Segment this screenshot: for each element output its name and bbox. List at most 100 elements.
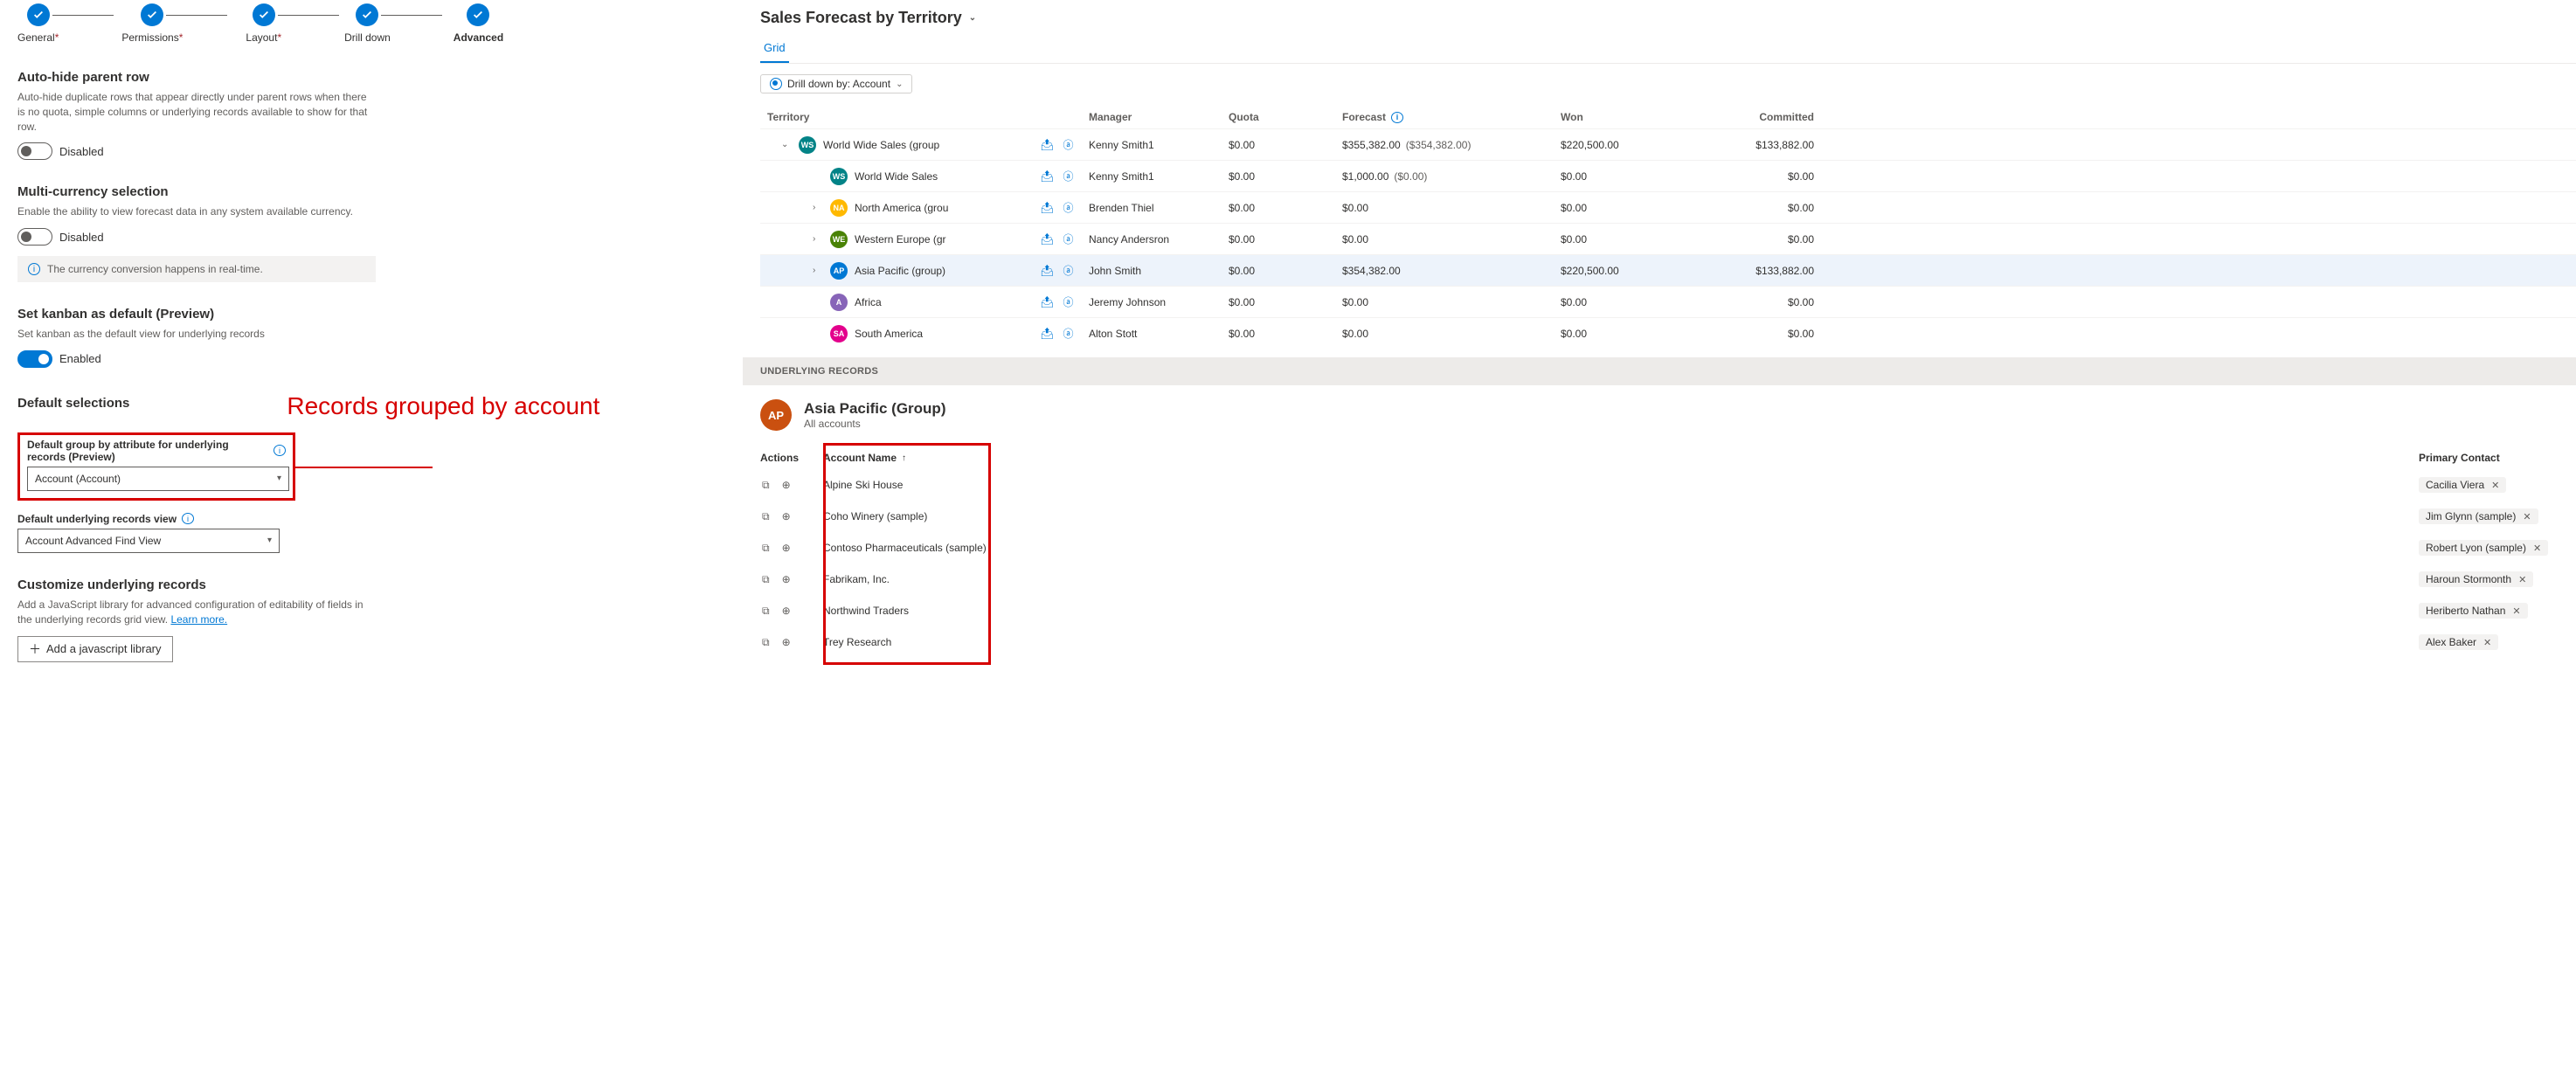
caret-icon[interactable]: ›: [813, 234, 821, 244]
step-advanced[interactable]: Advanced: [454, 3, 503, 44]
remove-icon[interactable]: ✕: [2533, 543, 2541, 554]
multi-currency-toggle[interactable]: [17, 228, 52, 246]
won-cell: $0.00: [1561, 170, 1700, 183]
record-row[interactable]: ⧉ ⊕ Trey Research Alex Baker✕: [760, 626, 2559, 658]
user-icon[interactable]: ⓐ: [1063, 137, 1074, 152]
step-drill-down[interactable]: Drill down: [344, 3, 391, 44]
info-icon: i: [28, 263, 40, 275]
add-icon[interactable]: ⊕: [782, 573, 791, 586]
record-row[interactable]: ⧉ ⊕ Alpine Ski House Cacilia Viera✕: [760, 469, 2559, 501]
grid-row[interactable]: › NA North America (grou 📤︎ ⓐ Brenden Th…: [760, 191, 2576, 223]
remove-icon[interactable]: ✕: [2483, 637, 2491, 648]
grid-row[interactable]: WS World Wide Sales 📤︎ ⓐ Kenny Smith1 $0…: [760, 160, 2576, 191]
record-row[interactable]: ⧉ ⊕ Contoso Pharmaceuticals (sample) Rob…: [760, 532, 2559, 564]
territory-avatar: AP: [760, 399, 792, 431]
check-icon: [467, 3, 489, 26]
step-label: Advanced: [454, 31, 503, 44]
col-won[interactable]: Won: [1561, 111, 1700, 123]
add-icon[interactable]: ⊕: [782, 605, 791, 618]
contact-chip[interactable]: Heriberto Nathan✕: [2419, 603, 2528, 619]
add-icon[interactable]: ⊕: [782, 479, 791, 492]
col-committed[interactable]: Committed: [1700, 111, 1823, 123]
kanban-toggle[interactable]: [17, 350, 52, 368]
contact-chip[interactable]: Cacilia Viera✕: [2419, 477, 2506, 493]
col-manager[interactable]: Manager: [1089, 111, 1229, 123]
share-icon[interactable]: 📤︎: [1040, 264, 1055, 278]
share-icon[interactable]: 📤︎: [1040, 169, 1055, 183]
col-primary-contact[interactable]: Primary Contact: [2419, 452, 2559, 464]
add-icon[interactable]: ⊕: [782, 636, 791, 649]
caret-icon[interactable]: ›: [813, 266, 821, 275]
add-js-button[interactable]: ＋ Add a javascript library: [17, 636, 173, 662]
contact-chip[interactable]: Alex Baker✕: [2419, 634, 2498, 650]
open-icon[interactable]: ⧉: [762, 510, 770, 523]
territory-avatar: WE: [830, 231, 848, 248]
contact-chip[interactable]: Haroun Stormonth✕: [2419, 571, 2533, 587]
user-icon[interactable]: ⓐ: [1063, 232, 1074, 246]
auto-hide-toggle[interactable]: [17, 142, 52, 160]
open-icon[interactable]: ⧉: [762, 573, 770, 586]
user-icon[interactable]: ⓐ: [1063, 169, 1074, 183]
col-quota[interactable]: Quota: [1229, 111, 1342, 123]
record-row[interactable]: ⧉ ⊕ Coho Winery (sample) Jim Glynn (samp…: [760, 501, 2559, 532]
default-selections-title: Default selections: [17, 396, 129, 411]
contact-chip[interactable]: Robert Lyon (sample)✕: [2419, 540, 2548, 556]
step-permissions[interactable]: Permissions*: [121, 3, 183, 44]
territory-name: South America: [855, 328, 923, 340]
territory-avatar: AP: [830, 262, 848, 280]
group-by-select[interactable]: Account (Account) ▾: [27, 467, 289, 491]
col-territory[interactable]: Territory: [760, 111, 1040, 123]
check-icon: [356, 3, 378, 26]
grid-row[interactable]: › AP Asia Pacific (group) 📤︎ ⓐ John Smit…: [760, 254, 2576, 286]
step-layout[interactable]: Layout*: [246, 3, 281, 44]
default-view-select[interactable]: Account Advanced Find View ▾: [17, 529, 280, 553]
share-icon[interactable]: 📤︎: [1040, 138, 1055, 152]
user-icon[interactable]: ⓐ: [1063, 326, 1074, 341]
step-general[interactable]: General*: [17, 3, 59, 44]
share-icon[interactable]: 📤︎: [1040, 295, 1055, 309]
user-icon[interactable]: ⓐ: [1063, 263, 1074, 278]
remove-icon[interactable]: ✕: [2491, 480, 2499, 491]
add-icon[interactable]: ⊕: [782, 510, 791, 523]
col-forecast[interactable]: Forecast i: [1342, 111, 1561, 123]
remove-icon[interactable]: ✕: [2518, 574, 2526, 585]
grid-row[interactable]: A Africa 📤︎ ⓐ Jeremy Johnson $0.00 $0.00…: [760, 286, 2576, 317]
forecast-cell: $0.00: [1342, 202, 1561, 214]
auto-hide-section: Auto-hide parent row Auto-hide duplicate…: [17, 70, 708, 160]
tab-grid[interactable]: Grid: [760, 36, 789, 63]
contact-chip[interactable]: Jim Glynn (sample)✕: [2419, 508, 2538, 524]
record-row[interactable]: ⧉ ⊕ Fabrikam, Inc. Haroun Stormonth✕: [760, 564, 2559, 595]
quota-cell: $0.00: [1229, 296, 1342, 308]
share-icon[interactable]: 📤︎: [1040, 327, 1055, 341]
drill-label: Drill down by: Account: [787, 78, 890, 90]
info-icon: i: [1391, 112, 1403, 123]
record-row[interactable]: ⧉ ⊕ Northwind Traders Heriberto Nathan✕: [760, 595, 2559, 626]
user-icon[interactable]: ⓐ: [1063, 200, 1074, 215]
forecast-title[interactable]: Sales Forecast by Territory ⌄: [760, 9, 2576, 27]
won-cell: $0.00: [1561, 328, 1700, 340]
grid-row[interactable]: ⌄ WS World Wide Sales (group 📤︎ ⓐ Kenny …: [760, 128, 2576, 160]
drill-down-button[interactable]: Drill down by: Account ⌄: [760, 74, 912, 93]
grid-row[interactable]: SA South America 📤︎ ⓐ Alton Stott $0.00 …: [760, 317, 2576, 349]
territory-name: World Wide Sales (group: [823, 139, 939, 151]
learn-more-link[interactable]: Learn more.: [170, 613, 227, 626]
caret-icon[interactable]: ⌄: [781, 140, 790, 149]
open-icon[interactable]: ⧉: [762, 605, 770, 618]
remove-icon[interactable]: ✕: [2512, 605, 2520, 617]
open-icon[interactable]: ⧉: [762, 542, 770, 555]
account-name-cell: Trey Research: [823, 636, 998, 648]
open-icon[interactable]: ⧉: [762, 479, 770, 492]
add-icon[interactable]: ⊕: [782, 542, 791, 555]
quota-cell: $0.00: [1229, 202, 1342, 214]
grid-row[interactable]: › WE Western Europe (gr 📤︎ ⓐ Nancy Ander…: [760, 223, 2576, 254]
remove-icon[interactable]: ✕: [2523, 511, 2531, 522]
share-icon[interactable]: 📤︎: [1040, 201, 1055, 215]
step-label: Drill down: [344, 31, 391, 44]
open-icon[interactable]: ⧉: [762, 636, 770, 649]
territory-name: World Wide Sales: [855, 170, 938, 183]
user-icon[interactable]: ⓐ: [1063, 294, 1074, 309]
col-account-name[interactable]: Account Name ↑: [823, 452, 998, 464]
caret-icon[interactable]: ›: [813, 203, 821, 212]
customize-section: Customize underlying records Add a JavaS…: [17, 578, 708, 662]
share-icon[interactable]: 📤︎: [1040, 232, 1055, 246]
